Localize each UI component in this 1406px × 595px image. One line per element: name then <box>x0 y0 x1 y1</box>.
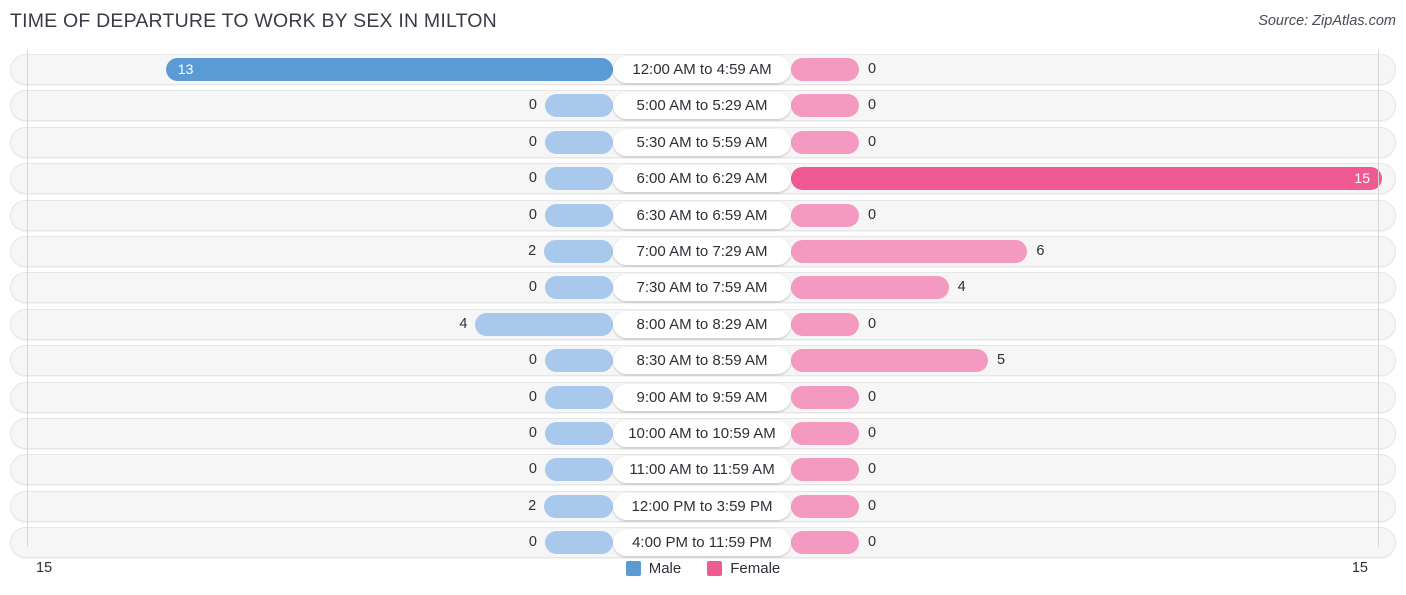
value-label-male: 4 <box>459 315 468 332</box>
bar-female[interactable] <box>791 349 988 373</box>
value-label-male: 13 <box>177 61 194 77</box>
chart-row: 0 5 8:30 AM to 8:59 AM <box>10 345 1396 377</box>
bar-male[interactable] <box>545 276 613 300</box>
bar-female[interactable] <box>791 422 859 445</box>
category-label: 7:00 AM to 7:29 AM <box>613 238 791 265</box>
value-label-female: 0 <box>868 133 877 150</box>
bar-male[interactable] <box>545 385 613 409</box>
legend-item-female[interactable]: Female <box>707 560 780 577</box>
chart-row: 0 0 4:00 PM to 11:59 PM <box>10 527 1396 559</box>
bar-female[interactable] <box>791 276 949 300</box>
category-label: 8:30 AM to 8:59 AM <box>613 347 791 375</box>
value-label-female: 0 <box>868 315 877 332</box>
category-label: 12:00 AM to 4:59 AM <box>613 56 791 83</box>
bar-male[interactable] <box>544 240 613 263</box>
chart-container: TIME OF DEPARTURE TO WORK BY SEX IN MILT… <box>0 0 1406 595</box>
value-label-female: 0 <box>868 61 877 77</box>
bar-male[interactable] <box>545 130 613 154</box>
category-label: 6:30 AM to 6:59 AM <box>613 201 791 229</box>
value-label-male: 0 <box>528 352 537 369</box>
category-label: 10:00 AM to 10:59 AM <box>613 420 791 447</box>
plot-area: 13 0 12:00 AM to 4:59 AM 0 0 5:00 AM to 5:29 … <box>0 50 1406 559</box>
legend-swatch-female-icon <box>707 561 723 576</box>
value-label-female: 6 <box>1036 243 1045 259</box>
bar-female[interactable] <box>791 167 1382 191</box>
value-label-male: 0 <box>528 97 537 114</box>
bar-male[interactable] <box>545 203 613 227</box>
bar-female[interactable] <box>791 385 859 409</box>
value-label-male: 2 <box>528 497 537 514</box>
value-label-male: 0 <box>528 534 537 551</box>
value-label-female: 15 <box>1354 170 1370 187</box>
value-label-male: 0 <box>528 461 537 478</box>
value-label-female: 0 <box>868 461 877 478</box>
bar-male[interactable] <box>475 312 613 336</box>
chart-row: 4 0 8:00 AM to 8:29 AM <box>10 308 1396 340</box>
value-label-male: 0 <box>528 425 537 441</box>
category-label: 6:00 AM to 6:29 AM <box>613 165 791 193</box>
bar-female[interactable] <box>791 494 859 518</box>
category-label: 4:00 PM to 11:59 PM <box>613 529 791 557</box>
bar-female[interactable] <box>791 458 859 482</box>
value-label-male: 0 <box>528 133 537 150</box>
bar-male[interactable] <box>545 422 613 445</box>
bar-female[interactable] <box>791 58 859 81</box>
bar-male[interactable] <box>545 531 613 555</box>
source-credit: Source: ZipAtlas.com <box>1258 13 1396 29</box>
bar-male[interactable] <box>544 494 613 518</box>
chart-row: 13 0 12:00 AM to 4:59 AM <box>10 54 1396 85</box>
chart-row: 0 0 11:00 AM to 11:59 AM <box>10 454 1396 486</box>
bar-female[interactable] <box>791 94 859 118</box>
legend-label-female: Female <box>730 560 781 577</box>
value-label-male: 2 <box>528 243 537 259</box>
value-label-male: 0 <box>528 206 537 223</box>
chart-row: 2 0 12:00 PM to 3:59 PM <box>10 490 1396 522</box>
value-label-female: 0 <box>868 388 877 405</box>
page-title: TIME OF DEPARTURE TO WORK BY SEX IN MILT… <box>10 10 497 32</box>
value-label-male: 0 <box>528 279 537 296</box>
chart-row: 0 0 6:30 AM to 6:59 AM <box>10 199 1396 231</box>
value-label-female: 0 <box>868 97 877 114</box>
value-label-female: 0 <box>868 206 877 223</box>
category-label: 5:30 AM to 5:59 AM <box>613 128 791 156</box>
bar-male[interactable] <box>545 94 613 118</box>
chart-row: 0 15 6:00 AM to 6:29 AM <box>10 163 1396 195</box>
chart-row: 0 0 5:00 AM to 5:29 AM <box>10 90 1396 122</box>
category-label: 9:00 AM to 9:59 AM <box>613 383 791 411</box>
category-label: 5:00 AM to 5:29 AM <box>613 92 791 120</box>
value-label-female: 4 <box>957 279 966 296</box>
bar-female[interactable] <box>791 240 1028 263</box>
chart-row: 0 0 9:00 AM to 9:59 AM <box>10 381 1396 413</box>
bar-female[interactable] <box>791 312 859 336</box>
legend-item-male[interactable]: Male <box>625 560 682 577</box>
chart-row: 2 6 7:00 AM to 7:29 AM <box>10 236 1396 267</box>
value-label-female: 0 <box>868 534 877 551</box>
bar-female[interactable] <box>791 130 859 154</box>
category-label: 11:00 AM to 11:59 AM <box>613 456 791 484</box>
chart-row: 0 0 10:00 AM to 10:59 AM <box>10 418 1396 449</box>
legend: Male Female <box>0 560 1406 577</box>
value-label-female: 0 <box>868 497 877 514</box>
value-label-female: 0 <box>868 425 877 441</box>
legend-label-male: Male <box>648 560 682 577</box>
legend-swatch-male-icon <box>625 561 641 576</box>
category-label: 8:00 AM to 8:29 AM <box>613 310 791 338</box>
bar-female[interactable] <box>791 531 859 555</box>
bar-female[interactable] <box>791 203 859 227</box>
category-label: 12:00 PM to 3:59 PM <box>613 492 791 520</box>
bar-male[interactable] <box>545 458 613 482</box>
chart-row: 0 0 5:30 AM to 5:59 AM <box>10 126 1396 158</box>
chart-row: 0 4 7:30 AM to 7:59 AM <box>10 272 1396 304</box>
bar-male[interactable] <box>545 349 613 373</box>
value-label-male: 0 <box>528 170 537 187</box>
value-label-male: 0 <box>528 388 537 405</box>
bar-male[interactable] <box>545 167 613 191</box>
value-label-female: 5 <box>997 352 1006 369</box>
category-label: 7:30 AM to 7:59 AM <box>613 274 791 302</box>
